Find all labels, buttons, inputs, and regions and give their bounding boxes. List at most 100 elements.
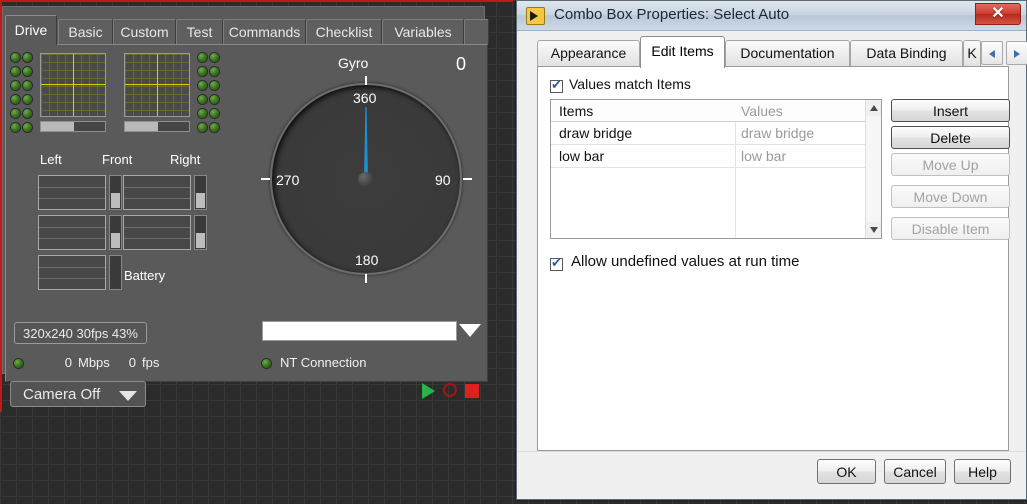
- progress-bar-left: [40, 121, 106, 132]
- meter-gridline: [39, 227, 105, 228]
- meter-gridline: [124, 187, 190, 188]
- motor-slider-3[interactable]: [109, 215, 122, 250]
- led-indicator: [23, 109, 32, 118]
- led-indicator: [198, 109, 207, 118]
- motor-meter-4: [123, 215, 191, 250]
- tab-basic[interactable]: Basic: [58, 19, 113, 44]
- allow-undefined-label: Allow undefined values at run time: [571, 253, 800, 270]
- cell-item: draw bridge: [559, 125, 633, 141]
- dialog-footer: OK Cancel Help: [517, 451, 1026, 499]
- tab-variables[interactable]: Variables: [382, 19, 464, 44]
- cell-value: draw bridge: [741, 125, 815, 141]
- gauge-tick-label-90: 90: [435, 172, 451, 188]
- tab-appearance[interactable]: Appearance: [537, 40, 640, 66]
- meter-gridline: [124, 238, 190, 239]
- led-indicator: [198, 67, 207, 76]
- tab-overflow[interactable]: [464, 19, 489, 44]
- camera-mode-combo-label: Camera Off: [23, 386, 101, 403]
- chevron-down-icon[interactable]: [119, 391, 137, 401]
- items-values-listbox[interactable]: Items Values draw bridge draw bridge low…: [550, 99, 882, 239]
- triangle-down-icon: [870, 227, 878, 233]
- tab-data-binding[interactable]: Data Binding: [850, 40, 963, 66]
- motor-slider-4-fill: [196, 233, 205, 248]
- cancel-button[interactable]: Cancel: [884, 459, 946, 484]
- motor-slider-4[interactable]: [194, 215, 207, 250]
- tab-custom-label: Custom: [120, 24, 169, 40]
- tab-documentation[interactable]: Documentation: [725, 40, 850, 66]
- table-row[interactable]: draw bridge draw bridge: [551, 122, 881, 145]
- tab-scroll-right-button[interactable]: [1006, 41, 1027, 65]
- battery-slider[interactable]: [109, 255, 122, 290]
- gyro-gauge-title: Gyro: [338, 55, 369, 71]
- meter-gridline: [124, 227, 190, 228]
- meter-gridline: [39, 187, 105, 188]
- dialog-body: Appearance Edit Items Documentation Data…: [517, 31, 1027, 499]
- led-grid-left: [11, 53, 35, 137]
- table-row[interactable]: low bar low bar: [551, 145, 881, 168]
- tab-edit-items[interactable]: Edit Items: [640, 36, 725, 68]
- run-button-icon[interactable]: [422, 383, 435, 399]
- gauge-tick-label-360: 360: [353, 90, 377, 106]
- insert-button[interactable]: Insert: [891, 99, 1010, 122]
- values-match-items-label: Values match Items: [569, 76, 691, 92]
- gyro-gauge: Gyro 0 360 90 180 270: [259, 54, 474, 305]
- gyro-gauge-hub: [358, 172, 373, 187]
- values-match-items-checkbox[interactable]: [550, 77, 563, 93]
- led-indicator: [23, 123, 32, 132]
- led-indicator: [23, 81, 32, 90]
- tab-commands[interactable]: Commands: [223, 19, 306, 44]
- tab-key-navigation[interactable]: K: [963, 40, 981, 66]
- battery-meter: [38, 255, 106, 290]
- meter-gridline: [124, 198, 190, 199]
- ok-button[interactable]: OK: [817, 459, 876, 484]
- tab-appearance-label: Appearance: [550, 45, 627, 61]
- dialog-titlebar[interactable]: Combo Box Properties: Select Auto ✕: [517, 1, 1026, 31]
- tab-variables-label: Variables: [394, 24, 452, 40]
- window-top-accent: [0, 0, 513, 2]
- xy-plot-right: [124, 53, 190, 117]
- gauge-tick-right: [463, 178, 472, 180]
- listbox-scrollbar[interactable]: [865, 100, 881, 238]
- motor-slider-1-fill: [111, 193, 120, 208]
- led-indicator: [210, 53, 219, 62]
- chevron-down-icon[interactable]: [459, 324, 481, 337]
- edit-items-pane: Values match Items Items Values draw bri…: [537, 66, 1010, 451]
- led-indicator: [23, 95, 32, 104]
- tab-custom[interactable]: Custom: [113, 19, 176, 44]
- led-indicator: [210, 123, 219, 132]
- led-indicator: [11, 67, 20, 76]
- motor-slider-1[interactable]: [109, 175, 122, 210]
- close-icon[interactable]: ✕: [975, 3, 1021, 25]
- gauge-tick-label-270: 270: [276, 172, 300, 188]
- allow-undefined-checkbox[interactable]: [550, 255, 563, 271]
- bandwidth-value: 0: [64, 355, 72, 370]
- front-panel-tab-body: Left Front Right Battery Gyro 0 360 90 1…: [5, 44, 488, 382]
- tab-scroll-left-button[interactable]: [981, 41, 1003, 65]
- move-up-button[interactable]: Move Up: [891, 153, 1010, 176]
- xy-plot-left: [40, 53, 106, 117]
- led-indicator: [210, 95, 219, 104]
- selection-combo-field[interactable]: [262, 321, 457, 341]
- move-down-button[interactable]: Move Down: [891, 185, 1010, 208]
- led-indicator: [210, 67, 219, 76]
- label-front: Front: [102, 152, 133, 167]
- motor-slider-2[interactable]: [194, 175, 207, 210]
- chevron-right-icon: [1014, 50, 1020, 58]
- abort-execution-icon[interactable]: [465, 384, 479, 398]
- help-button[interactable]: Help: [954, 459, 1011, 484]
- run-continuously-icon[interactable]: [443, 383, 457, 397]
- disable-item-button[interactable]: Disable Item: [891, 217, 1010, 240]
- motor-meter-2: [123, 175, 191, 210]
- tab-checklist[interactable]: Checklist: [306, 19, 382, 44]
- motor-slider-3-fill: [111, 233, 120, 248]
- gyro-gauge-value: 0: [456, 54, 467, 74]
- meter-gridline: [39, 278, 105, 279]
- tab-drive[interactable]: Drive: [5, 15, 57, 45]
- led-indicator: [11, 123, 20, 132]
- led-indicator: [11, 53, 20, 62]
- delete-button[interactable]: Delete: [891, 126, 1010, 149]
- scroll-down-button[interactable]: [866, 222, 881, 238]
- tab-test[interactable]: Test: [176, 19, 223, 44]
- scroll-up-button[interactable]: [866, 100, 881, 116]
- camera-mode-combo[interactable]: Camera Off: [10, 381, 146, 407]
